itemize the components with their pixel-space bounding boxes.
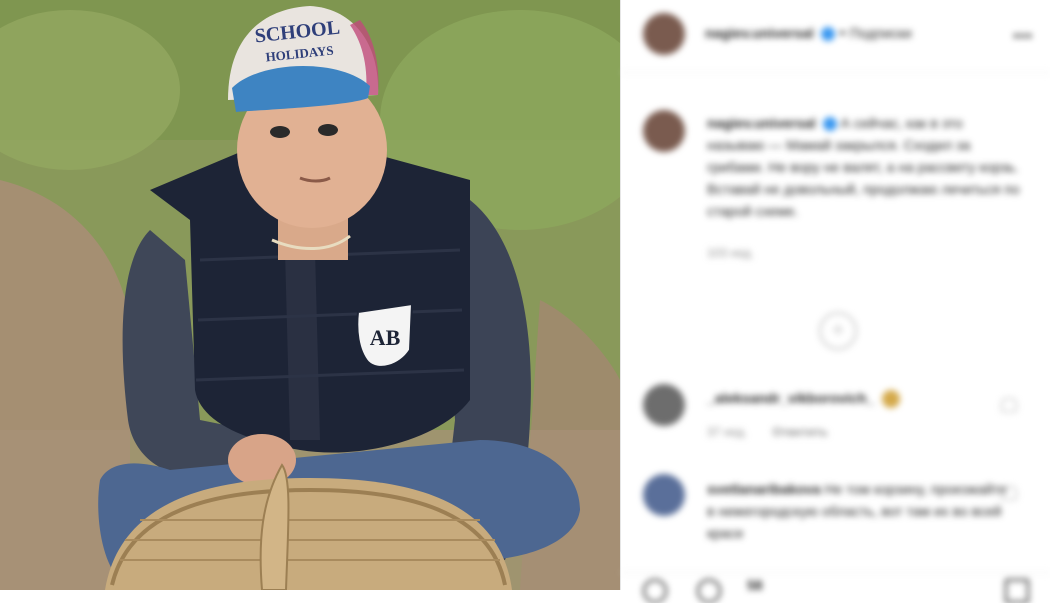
comment-2: svetlanaribakova Не том корзину, проезжа… [707,478,1007,544]
action-bar: 58 [621,572,1050,603]
post-photo[interactable]: AB SCHOOL HOLIDAYS [0,0,620,590]
like-comment-icon[interactable] [1001,486,1017,500]
caption-username[interactable]: nagiev.universal [707,115,816,131]
left-eye [270,126,290,138]
bookmark-icon[interactable] [1005,579,1029,603]
post-header: nagiev.universal • Подписки ••• [621,0,1050,73]
author-avatar[interactable] [643,13,685,55]
caption-verified-icon [822,117,837,132]
comment-time: 37 нед. [707,425,748,439]
comment-1: _aleksandr_vikborovich_ 37 нед. Ответить [707,387,1007,439]
like-comment-icon[interactable] [1001,398,1017,412]
comment-avatar[interactable] [643,384,685,426]
header-username[interactable]: nagiev.universal [705,25,814,41]
post-sidebar: nagiev.universal • Подписки ••• nagiev.u… [620,0,1050,603]
comment-avatar[interactable] [643,474,685,516]
likes-count: 58 [747,577,763,593]
caption: nagiev.universal А сейчас, как в это наз… [707,112,1022,260]
header-author: nagiev.universal • Подписки [705,25,912,43]
caption-time: 103 нед. [707,246,754,260]
emoji-icon [882,390,901,409]
header-separator: • [839,25,846,42]
comment-username[interactable]: svetlanaribakova [707,481,821,497]
like-icon[interactable] [643,579,667,603]
comment-icon[interactable] [697,579,721,603]
comment-username[interactable]: _aleksandr_vikborovich_ [707,390,874,406]
follow-button[interactable]: Подписки [850,25,912,41]
more-options-icon[interactable]: ••• [1013,28,1033,46]
reply-button[interactable]: Ответить [772,425,827,439]
vest-badge-text: AB [370,325,401,350]
post-photo-illustration: AB SCHOOL HOLIDAYS [0,0,620,590]
caption-avatar[interactable] [643,110,685,152]
load-more-comments-button[interactable]: + [819,312,857,350]
right-eye [318,124,338,136]
verified-icon [821,26,836,41]
